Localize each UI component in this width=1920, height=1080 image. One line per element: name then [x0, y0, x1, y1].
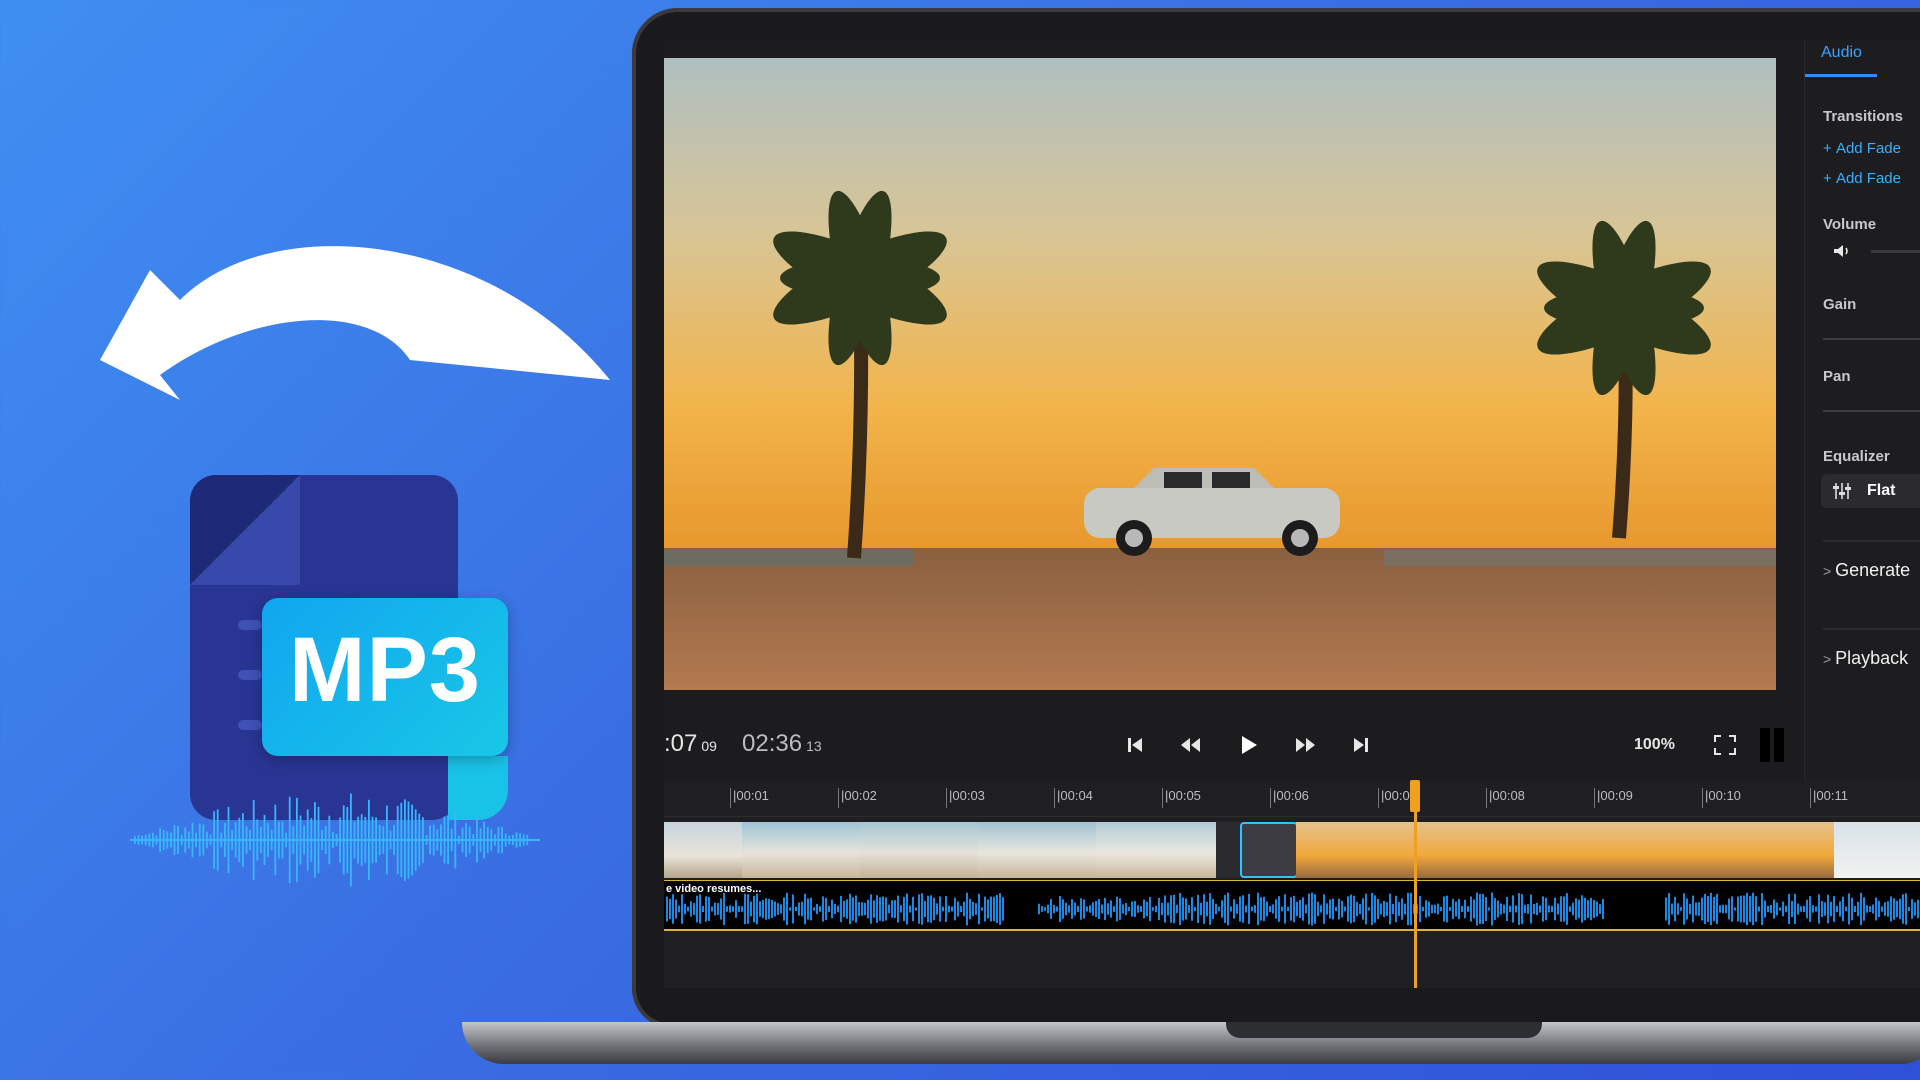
fullscreen-icon — [1714, 735, 1736, 755]
video-editor-screen: :07 09 02:36 13 100% Audio Transitions + A… — [664, 40, 1920, 988]
playhead-handle[interactable] — [1410, 780, 1420, 812]
transitions-heading: Transitions — [1823, 108, 1904, 125]
fast-forward-icon — [1296, 738, 1315, 752]
clip-thumbnail — [664, 822, 742, 878]
divider — [1823, 540, 1920, 542]
zoom-level[interactable]: 100% — [1634, 736, 1675, 754]
ruler-tick: |00:06 — [1270, 788, 1309, 808]
plus-icon: + — [1823, 140, 1836, 157]
chevron-right-icon: > — [1823, 563, 1836, 579]
pan-heading: Pan — [1823, 368, 1851, 385]
clip-thumbnail — [860, 822, 978, 878]
skip-back-icon — [1128, 738, 1142, 752]
equalizer-sliders-icon — [1833, 483, 1851, 499]
file-corner-fold — [190, 475, 300, 585]
playback-section-toggle[interactable]: > Playback — [1823, 648, 1908, 669]
rewind-button[interactable] — [1176, 730, 1206, 760]
equalizer-preset-value: Flat — [1867, 482, 1896, 499]
ruler-tick: |00:03 — [946, 788, 985, 808]
video-preview[interactable] — [664, 58, 1776, 690]
skip-forward-icon — [1354, 738, 1368, 752]
current-timecode: :07 09 — [664, 730, 717, 757]
audio-level-meter-right — [1774, 728, 1784, 762]
file-line — [238, 720, 262, 730]
volume-heading: Volume — [1823, 216, 1877, 233]
clip-thumbnail — [1834, 822, 1920, 878]
mp3-export-graphic: MP3 — [60, 200, 620, 960]
video-track[interactable] — [664, 822, 1920, 878]
add-fade-in-button[interactable]: + Add Fade — [1823, 140, 1901, 157]
tab-audio[interactable]: Audio — [1821, 44, 1862, 62]
tab-active-indicator — [1805, 74, 1877, 77]
ruler-tick: |00:02 — [838, 788, 877, 808]
equalizer-preset-select[interactable]: Flat — [1821, 474, 1920, 508]
audio-waveform — [666, 892, 1919, 926]
fast-forward-button[interactable] — [1290, 730, 1320, 760]
ruler-tick: |00:0 — [1378, 788, 1410, 808]
audio-waveform-icon — [130, 793, 540, 887]
clip-thumbnail — [978, 822, 1096, 878]
curved-arrow-icon — [100, 246, 610, 400]
clip-thumbnail — [742, 822, 860, 878]
gain-slider[interactable] — [1823, 338, 1920, 340]
file-line — [238, 620, 262, 630]
laptop-notch — [1226, 1022, 1542, 1038]
file-line — [238, 670, 262, 680]
clip-thumbnail — [1096, 822, 1216, 878]
mp3-badge-label: MP3 — [288, 619, 482, 721]
ruler-tick: |00:08 — [1486, 788, 1525, 808]
skip-to-end-button[interactable] — [1346, 730, 1376, 760]
rewind-icon — [1181, 738, 1200, 752]
chevron-right-icon: > — [1823, 651, 1836, 667]
transition-marker[interactable] — [1240, 822, 1298, 878]
play-button[interactable] — [1234, 730, 1264, 760]
ruler-tick: |00:05 — [1162, 788, 1201, 808]
timeline[interactable]: |00:01 |00:02 |00:03 |00:04 |00:05 |00:0… — [664, 780, 1920, 988]
ruler-tick: |00:10 — [1702, 788, 1741, 808]
skip-to-start-button[interactable] — [1120, 730, 1150, 760]
speaker-icon[interactable] — [1833, 244, 1851, 258]
ruler-tick: |00:04 — [1054, 788, 1093, 808]
play-icon — [1242, 736, 1257, 754]
ruler-tick: |00:01 — [730, 788, 769, 808]
volume-slider[interactable] — [1871, 250, 1920, 253]
divider — [1823, 628, 1920, 630]
equalizer-heading: Equalizer — [1823, 448, 1890, 465]
playback-controls: :07 09 02:36 13 100% — [664, 720, 1784, 770]
pan-slider[interactable] — [1823, 410, 1920, 412]
clip-thumbnail — [1296, 822, 1834, 878]
laptop-base — [462, 1022, 1920, 1064]
generate-section-toggle[interactable]: > Generate — [1823, 560, 1910, 581]
ruler-tick: |00:09 — [1594, 788, 1633, 808]
ruler-tick: |00:11 — [1810, 788, 1848, 808]
timeline-ruler[interactable]: |00:01 |00:02 |00:03 |00:04 |00:05 |00:0… — [664, 780, 1920, 817]
audio-level-meter-left — [1760, 728, 1770, 762]
total-timecode: 02:36 13 — [742, 730, 822, 757]
fullscreen-button[interactable] — [1710, 730, 1740, 760]
gain-heading: Gain — [1823, 296, 1857, 313]
plus-icon: + — [1823, 170, 1836, 187]
add-fade-out-button[interactable]: + Add Fade — [1823, 170, 1901, 187]
audio-track[interactable]: e video resumes... — [664, 880, 1920, 931]
sunset-scene-image — [664, 58, 1776, 690]
